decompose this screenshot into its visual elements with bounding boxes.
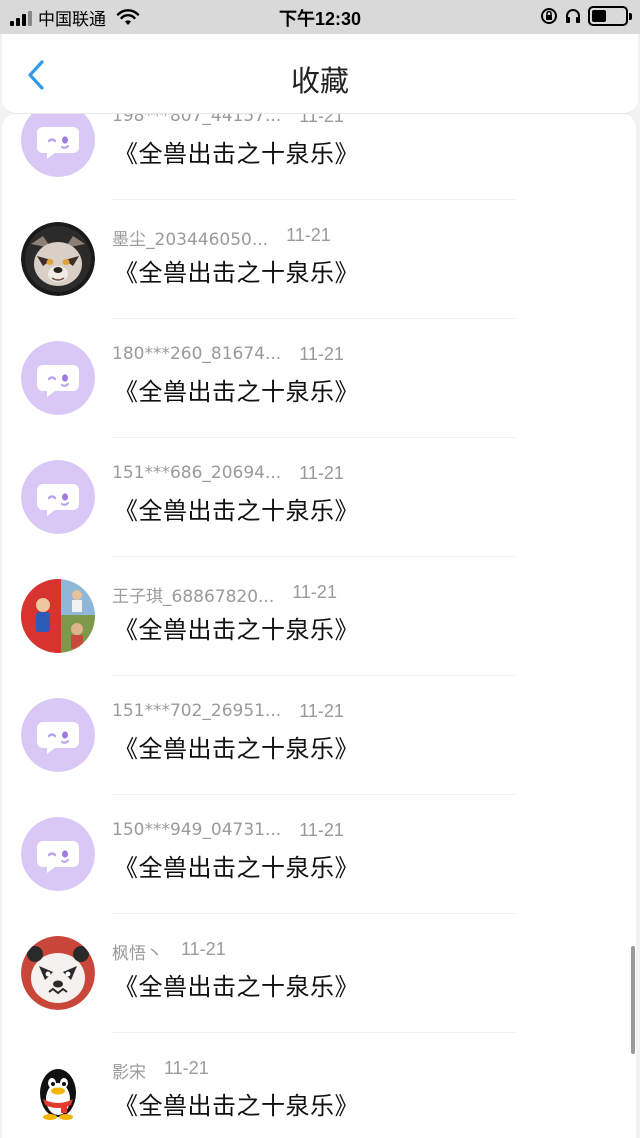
item-meta: 影宋 11-21: [112, 1058, 209, 1083]
item-meta: 墨尘_203446050... 11-21: [112, 225, 331, 250]
battery-icon: [588, 6, 632, 26]
default-avatar-icon[interactable]: [21, 817, 95, 891]
status-bar: 中国联通 下午12:30: [0, 0, 640, 34]
list-item[interactable]: 180***260_81674... 11-21 《全兽出击之十泉乐》: [2, 319, 636, 438]
item-meta: 198***807_44157... 11-21: [112, 114, 344, 127]
user-name: 王子琪_68867820...: [112, 587, 275, 607]
item-meta: 150***949_04731... 11-21: [112, 820, 344, 841]
item-date: 11-21: [299, 820, 344, 840]
item-title[interactable]: 《全兽出击之十泉乐》: [114, 253, 359, 288]
list-item[interactable]: 墨尘_203446050... 11-21 《全兽出击之十泉乐》: [2, 200, 636, 319]
list-item[interactable]: 151***686_20694... 11-21 《全兽出击之十泉乐》: [2, 438, 636, 557]
item-title[interactable]: 《全兽出击之十泉乐》: [114, 848, 359, 883]
item-title[interactable]: 《全兽出击之十泉乐》: [114, 491, 359, 526]
item-title[interactable]: 《全兽出击之十泉乐》: [114, 134, 359, 169]
user-name: 枫悟丶: [112, 944, 163, 964]
item-title[interactable]: 《全兽出击之十泉乐》: [114, 1086, 359, 1121]
item-meta: 151***686_20694... 11-21: [112, 463, 344, 484]
avatar[interactable]: [21, 222, 95, 296]
default-avatar-icon[interactable]: [21, 341, 95, 415]
list-item[interactable]: 151***702_26951... 11-21 《全兽出击之十泉乐》: [2, 676, 636, 795]
item-date: 11-21: [299, 701, 344, 721]
user-name: 影宋: [112, 1063, 146, 1083]
item-date: 11-21: [299, 463, 344, 483]
user-name: 198***807_44157...: [112, 114, 282, 126]
list-item[interactable]: 198***807_44157... 11-21 《全兽出击之十泉乐》: [2, 114, 636, 200]
item-date: 11-21: [286, 225, 331, 245]
item-meta: 151***702_26951... 11-21: [112, 701, 344, 722]
default-avatar-icon[interactable]: [21, 698, 95, 772]
default-avatar-icon[interactable]: [21, 460, 95, 534]
orientation-lock-icon: [541, 8, 557, 24]
scrollbar[interactable]: [631, 946, 635, 1054]
headphones-icon: [566, 9, 580, 23]
avatar[interactable]: [21, 579, 95, 653]
default-avatar-icon[interactable]: [21, 114, 95, 177]
item-title[interactable]: 《全兽出击之十泉乐》: [114, 610, 359, 645]
item-date: 11-21: [292, 582, 337, 602]
item-meta: 王子琪_68867820... 11-21: [112, 582, 337, 607]
navigation-bar: 收藏: [2, 34, 638, 114]
item-date: 11-21: [299, 344, 344, 364]
list-item[interactable]: 影宋 11-21 《全兽出击之十泉乐》: [2, 1033, 636, 1138]
item-meta: 枫悟丶 11-21: [112, 939, 226, 964]
favorites-list-content: 198***807_44157... 11-21 《全兽出击之十泉乐》 墨尘_203…: [2, 114, 636, 1138]
avatar[interactable]: [21, 936, 95, 1010]
favorites-list[interactable]: 198***807_44157... 11-21 《全兽出击之十泉乐》 墨尘_203…: [2, 114, 636, 1138]
item-date: 11-21: [164, 1058, 209, 1078]
item-title[interactable]: 《全兽出击之十泉乐》: [114, 372, 359, 407]
user-name: 151***702_26951...: [112, 701, 282, 721]
item-title[interactable]: 《全兽出击之十泉乐》: [114, 967, 359, 1002]
user-name: 150***949_04731...: [112, 820, 282, 840]
page-title: 收藏: [290, 64, 349, 98]
list-item[interactable]: 150***949_04731... 11-21 《全兽出击之十泉乐》: [2, 795, 636, 914]
avatar[interactable]: [21, 1055, 95, 1129]
user-name: 180***260_81674...: [112, 344, 282, 364]
status-right: [540, 6, 632, 26]
item-meta: 180***260_81674... 11-21: [112, 344, 344, 365]
item-date: 11-21: [181, 939, 226, 959]
item-title[interactable]: 《全兽出击之十泉乐》: [114, 729, 359, 764]
list-item[interactable]: 王子琪_68867820... 11-21 《全兽出击之十泉乐》: [2, 557, 636, 676]
item-date: 11-21: [299, 114, 344, 126]
user-name: 151***686_20694...: [112, 463, 282, 483]
list-item[interactable]: 枫悟丶 11-21 《全兽出击之十泉乐》: [2, 914, 636, 1033]
user-name: 墨尘_203446050...: [112, 230, 269, 250]
